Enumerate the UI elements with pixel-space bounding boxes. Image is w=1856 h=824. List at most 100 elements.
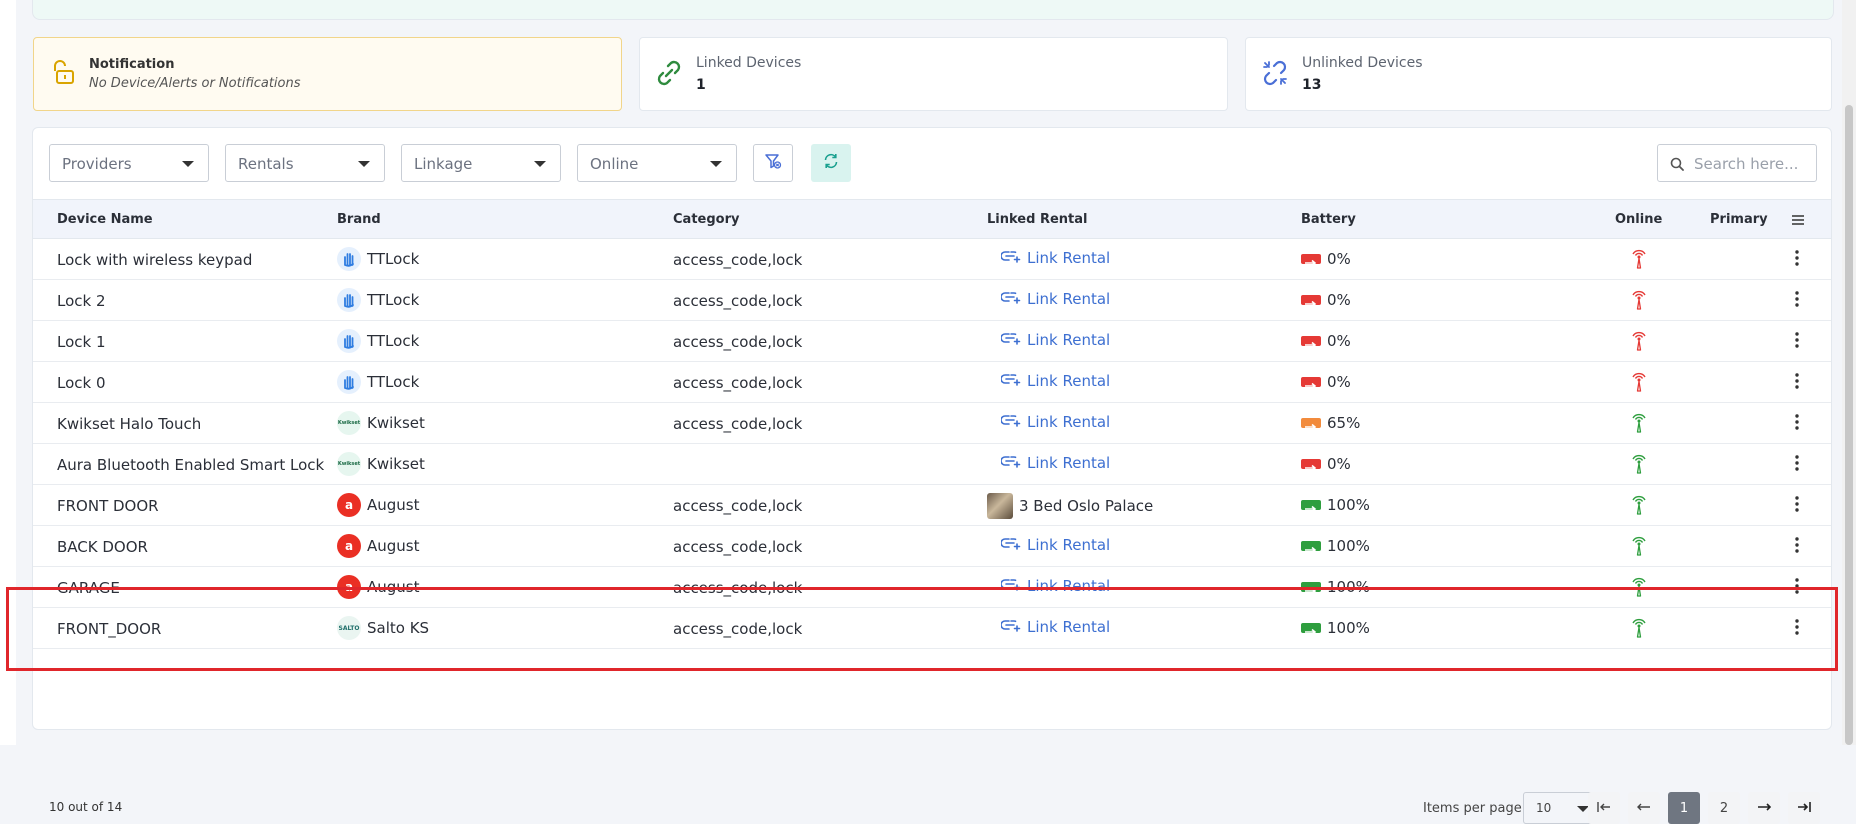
col-brand[interactable]: Brand	[337, 212, 381, 227]
page-1-button[interactable]: 1	[1668, 792, 1700, 824]
link-rental-button[interactable]: Link Rental	[1000, 372, 1110, 390]
prev-page-button[interactable]	[1628, 792, 1660, 824]
row-actions-button[interactable]	[1794, 372, 1800, 394]
more-options-icon[interactable]	[1794, 578, 1800, 599]
more-options-icon[interactable]	[1794, 373, 1800, 394]
table-row[interactable]: Kwikset Halo Touch Kwikset Kwikset access_c…	[33, 403, 1831, 444]
items-per-page-value: 10	[1536, 801, 1552, 815]
link-rental-button[interactable]: Link Rental	[1000, 454, 1110, 472]
rentals-select[interactable]: Rentals	[225, 144, 385, 182]
brand-cell: a August	[337, 575, 420, 599]
row-actions-button[interactable]	[1794, 454, 1800, 476]
online-select-label: Online	[590, 155, 639, 173]
more-options-icon[interactable]	[1794, 496, 1800, 517]
device-name: FRONT DOOR	[57, 497, 159, 515]
offline-signal-icon	[1629, 290, 1649, 314]
row-actions-button[interactable]	[1794, 536, 1800, 558]
more-options-icon[interactable]	[1794, 414, 1800, 435]
row-actions-button[interactable]	[1794, 249, 1800, 271]
col-online[interactable]: Online	[1615, 212, 1662, 227]
col-linked-rental[interactable]: Linked Rental	[987, 212, 1087, 227]
chevron-down-icon	[358, 161, 370, 167]
link-rental-button[interactable]: Link Rental	[1000, 331, 1110, 349]
online-status	[1629, 616, 1649, 642]
link-rental-button[interactable]: Link Rental	[1000, 290, 1110, 308]
page-2-button[interactable]: 2	[1708, 792, 1740, 824]
online-status	[1629, 288, 1649, 314]
next-page-button[interactable]	[1748, 792, 1780, 824]
more-options-icon[interactable]	[1794, 537, 1800, 558]
clear-filter-button[interactable]	[753, 144, 793, 182]
row-actions-button[interactable]	[1794, 413, 1800, 435]
salto-logo-icon: SALTO	[337, 616, 361, 640]
link-rental-button[interactable]: Link Rental	[1000, 618, 1111, 636]
more-options-icon[interactable]	[1794, 455, 1800, 476]
battery-level: 100%	[1327, 537, 1370, 555]
unlinked-devices-card[interactable]: Unlinked Devices 13	[1245, 37, 1832, 111]
more-options-icon[interactable]	[1794, 332, 1800, 353]
battery-icon	[1301, 418, 1321, 431]
link-rental-button[interactable]: Link Rental	[1000, 536, 1110, 554]
row-actions-button[interactable]	[1794, 331, 1800, 353]
col-primary[interactable]: Primary	[1710, 212, 1768, 227]
first-page-button[interactable]	[1588, 792, 1620, 824]
row-actions-button[interactable]	[1794, 618, 1800, 640]
more-options-icon[interactable]	[1794, 250, 1800, 271]
link-rental-button[interactable]: Link Rental	[1000, 577, 1110, 595]
table-row[interactable]: FRONT DOOR a August access_code,lock 3 Bed O…	[33, 485, 1831, 526]
table-row[interactable]: Lock 0 TTLock access_code,lock Link Rental 0…	[33, 362, 1831, 403]
table-row[interactable]: Lock with wireless keypad TTLock access_co…	[33, 239, 1831, 280]
category: access_code,lock	[673, 538, 803, 556]
link-rental-button[interactable]: Link Rental	[1000, 413, 1111, 431]
providers-select[interactable]: Providers	[49, 144, 209, 182]
scrollbar-thumb[interactable]	[1845, 105, 1853, 745]
brand-name: August	[367, 496, 420, 514]
table-row[interactable]: Lock 1 TTLock access_code,lock Link Rental 0…	[33, 321, 1831, 362]
col-device-name[interactable]: Device Name	[57, 212, 153, 227]
online-status	[1629, 493, 1649, 519]
filter-clear-icon	[764, 152, 782, 174]
battery-level: 0%	[1327, 291, 1351, 309]
scrollbar[interactable]	[1842, 0, 1856, 745]
search-input[interactable]: Search here...	[1657, 144, 1817, 182]
linked-devices-title: Linked Devices	[696, 55, 802, 71]
col-battery[interactable]: Battery	[1301, 212, 1356, 227]
battery-level: 100%	[1327, 619, 1370, 637]
table-row[interactable]: Aura Bluetooth Enabled Smart Lock Kwikset…	[33, 444, 1831, 485]
battery-cell: 0%	[1301, 332, 1351, 350]
online-status	[1629, 411, 1649, 437]
linked-rental-label: Link Rental	[1027, 413, 1111, 431]
refresh-button[interactable]	[811, 144, 851, 182]
row-actions-button[interactable]	[1794, 290, 1800, 312]
more-options-icon[interactable]	[1794, 291, 1800, 312]
linkage-select[interactable]: Linkage	[401, 144, 561, 182]
table-row[interactable]: BACK DOOR a August access_code,lock Link Ren…	[33, 526, 1831, 567]
row-actions-button[interactable]	[1794, 577, 1800, 599]
category: access_code,lock	[673, 579, 803, 597]
battery-cell: 0%	[1301, 250, 1351, 268]
category: access_code,lock	[673, 620, 803, 638]
rentals-select-label: Rentals	[238, 155, 294, 173]
online-select[interactable]: Online	[577, 144, 737, 182]
chevron-down-icon	[710, 161, 722, 167]
link-rental-button[interactable]: Link Rental	[1000, 249, 1110, 267]
linked-rental-label: Link Rental	[1027, 618, 1111, 636]
column-menu-icon[interactable]	[1791, 212, 1805, 231]
brand-cell: TTLock	[337, 370, 419, 394]
last-page-button[interactable]	[1788, 792, 1820, 824]
row-actions-button[interactable]	[1794, 495, 1800, 517]
link-icon	[654, 58, 686, 90]
online-signal-icon	[1629, 577, 1649, 601]
linked-devices-card[interactable]: Linked Devices 1	[639, 37, 1228, 111]
col-category[interactable]: Category	[673, 212, 739, 227]
linked-rental[interactable]: 3 Bed Oslo Palace	[987, 493, 1153, 519]
table-row[interactable]: FRONT_DOOR SALTO Salto KS access_code,lock L…	[33, 608, 1831, 649]
brand-cell: TTLock	[337, 329, 419, 353]
more-options-icon[interactable]	[1794, 619, 1800, 640]
category: access_code,lock	[673, 415, 803, 433]
table-row[interactable]: GARAGE a August access_code,lock Link Rental…	[33, 567, 1831, 608]
online-signal-icon	[1629, 618, 1649, 642]
table-row[interactable]: Lock 2 TTLock access_code,lock Link Rental 0…	[33, 280, 1831, 321]
ttlock-logo-icon	[337, 247, 361, 271]
online-status	[1629, 247, 1649, 273]
